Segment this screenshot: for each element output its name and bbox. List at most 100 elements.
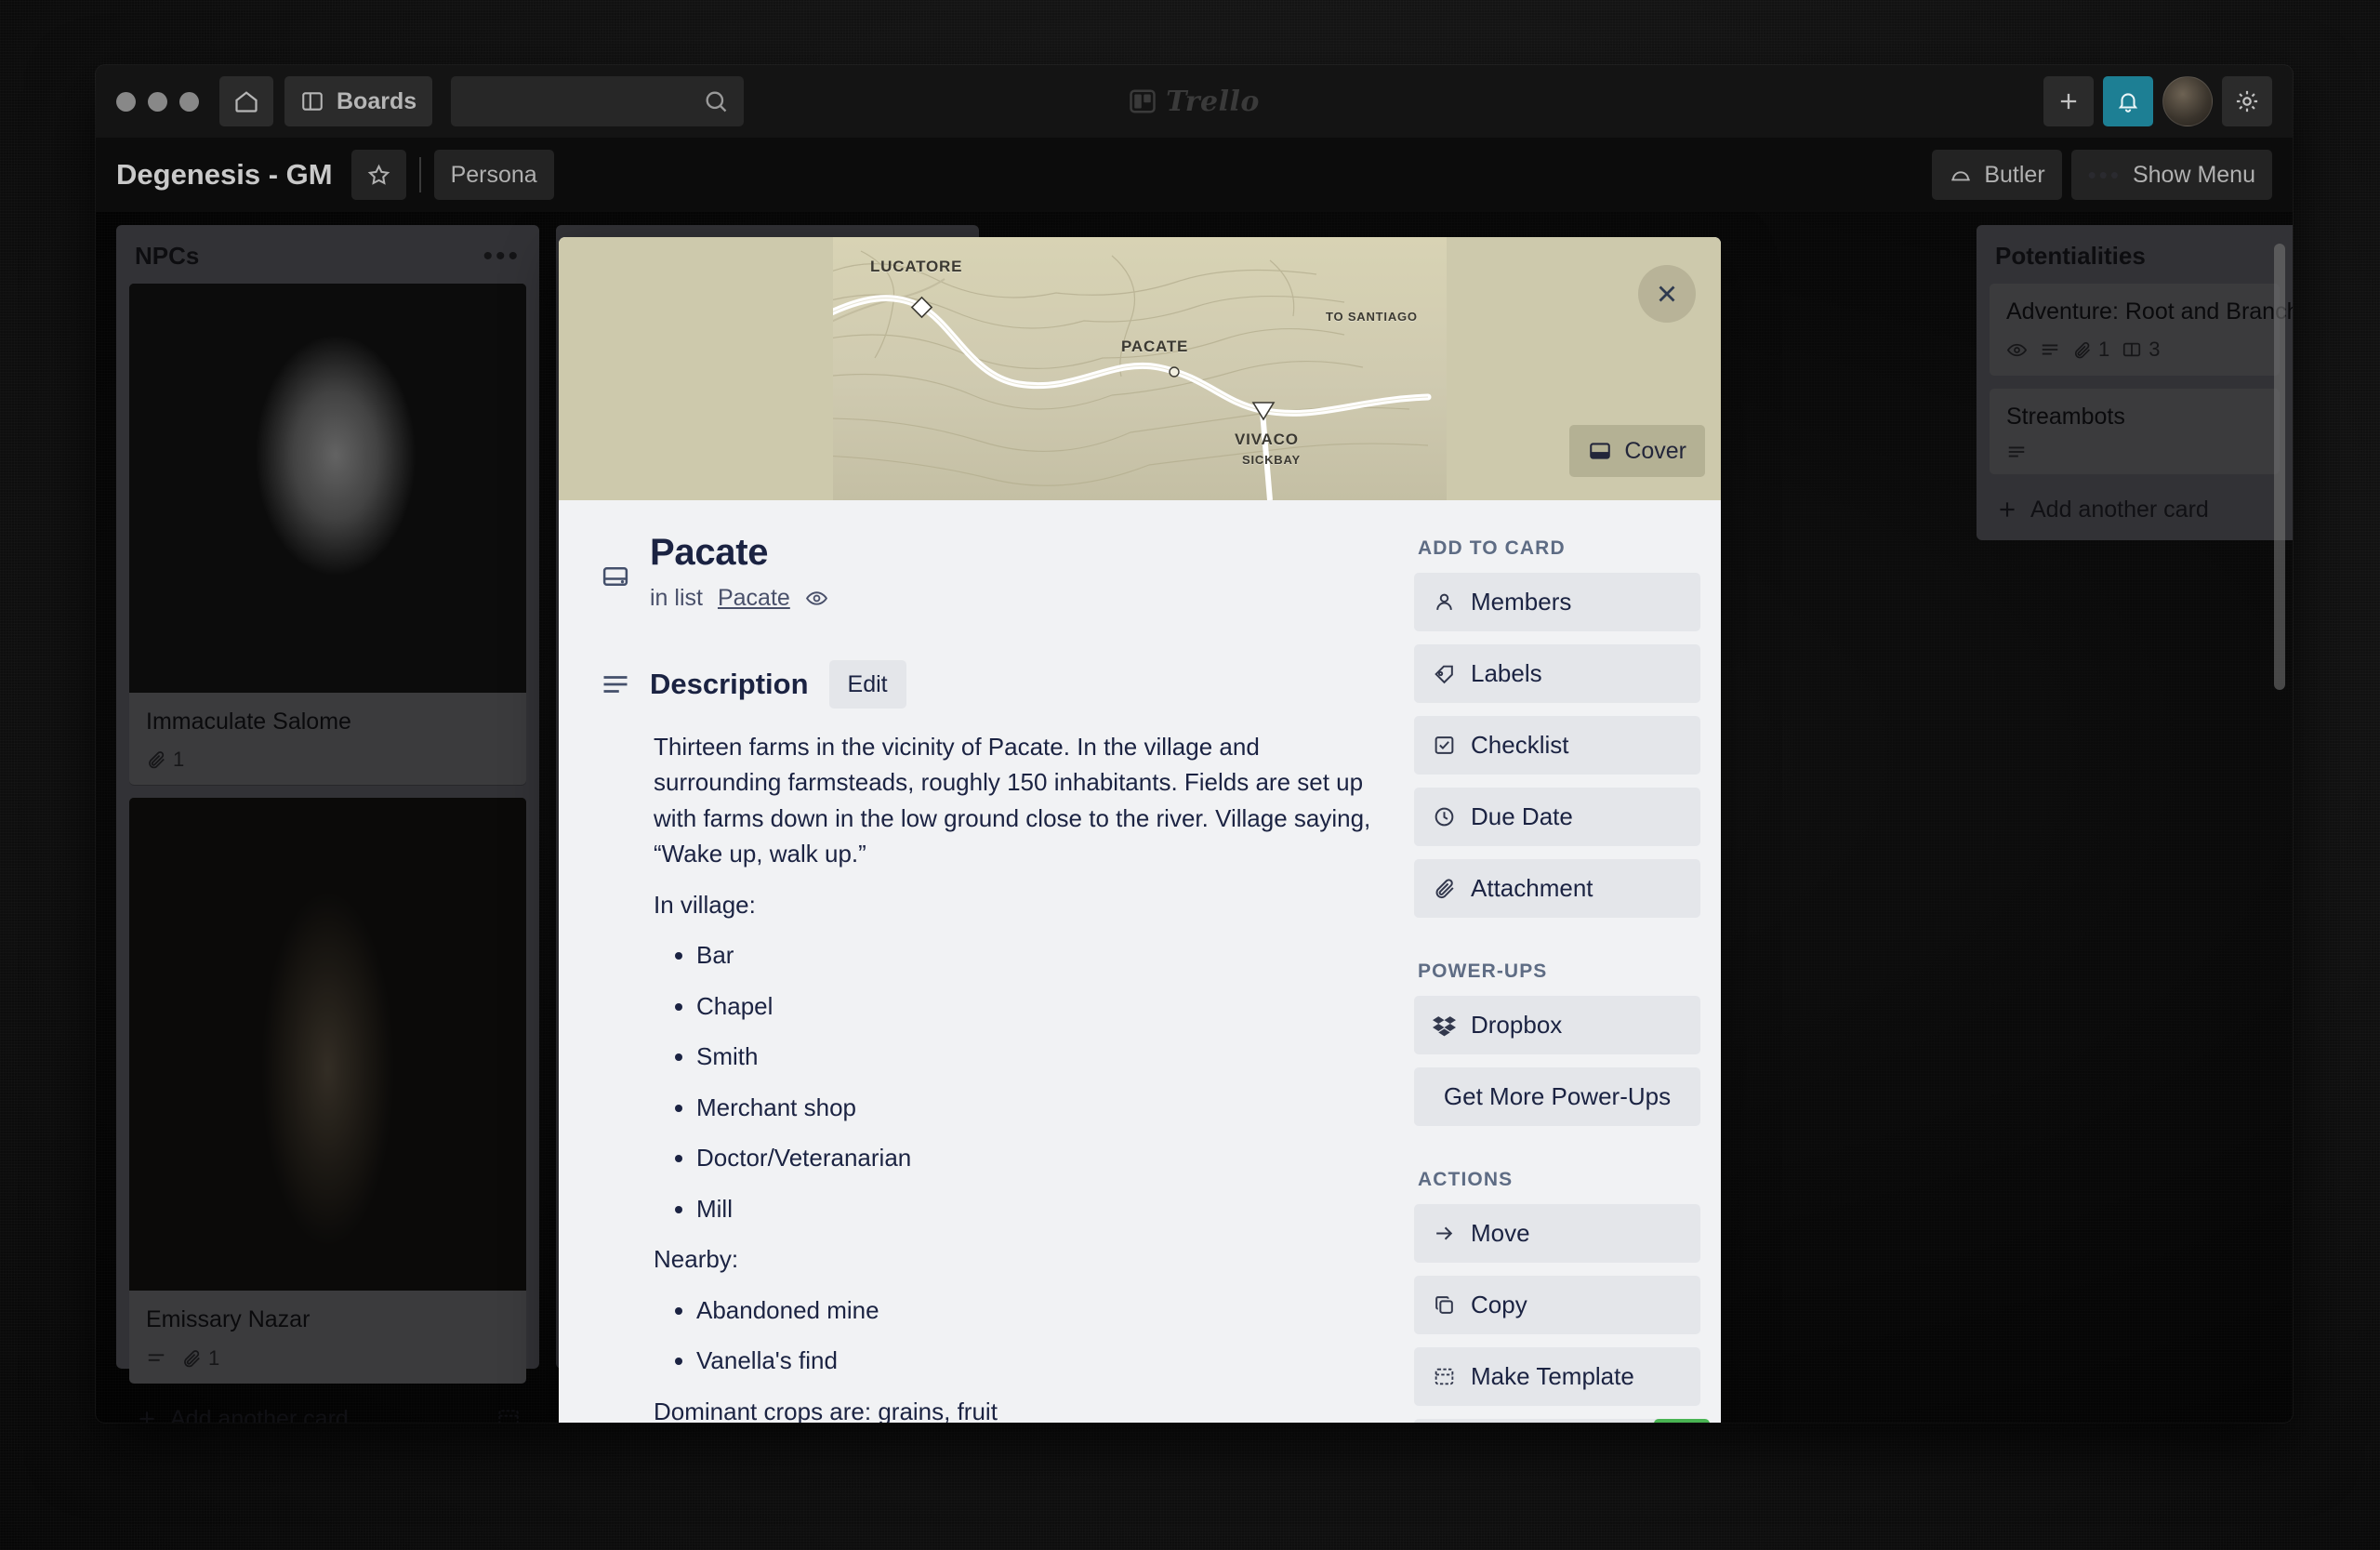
get-more-power-ups-label: Get More Power-Ups <box>1443 1082 1672 1110</box>
edit-description-button[interactable]: Edit <box>828 660 906 709</box>
actions-heading: ACTIONS <box>1418 1169 1514 1190</box>
card-title-row: Pacate in list Pacate <box>602 532 1382 612</box>
show-menu-button[interactable]: ••• Show Menu <box>2070 150 2272 200</box>
eye-icon[interactable] <box>805 587 828 610</box>
dropbox-power-up-button[interactable]: Dropbox <box>1414 996 1700 1054</box>
dropbox-label: Dropbox <box>1471 1011 1563 1039</box>
add-attachment-label: Attachment <box>1471 874 1593 902</box>
search-icon <box>703 88 729 114</box>
search-input[interactable] <box>451 76 745 126</box>
copy-icon <box>1433 1293 1456 1317</box>
map-label-vivaco: VIVACO <box>1235 431 1299 448</box>
cover-button-label: Cover <box>1624 437 1686 464</box>
cover-icon <box>1588 439 1612 463</box>
cover-button[interactable]: Cover <box>1569 425 1705 477</box>
watch-card-button[interactable]: Watch <box>1414 1419 1710 1423</box>
plus-icon <box>2056 88 2082 114</box>
crops-heading: Dominant crops are: grains, fruit <box>654 1397 998 1423</box>
list-link[interactable]: Pacate <box>718 585 790 612</box>
add-attachment-button[interactable]: Attachment <box>1414 859 1700 918</box>
description-heading: Description <box>650 668 809 700</box>
dropbox-icon <box>1433 1013 1456 1037</box>
attachment-icon <box>1433 877 1456 900</box>
zoom-window-button[interactable] <box>179 91 199 112</box>
edit-label: Edit <box>847 670 888 697</box>
home-button[interactable] <box>219 76 273 126</box>
card-cover: LUCATORE PACATE TO SANTIAGO VIVACO SICKB… <box>559 237 1721 500</box>
show-menu-label: Show Menu <box>2132 161 2255 188</box>
list-item: Chapel <box>696 988 1382 1024</box>
label-icon <box>1433 662 1456 685</box>
brand-name: Trello <box>1166 85 1260 118</box>
description-icon <box>602 673 629 696</box>
board-icon <box>300 89 324 113</box>
add-checklist-label: Checklist <box>1471 731 1569 759</box>
add-due-date-button[interactable]: Due Date <box>1414 788 1700 846</box>
gear-icon <box>2234 88 2260 114</box>
dots-icon: ••• <box>2087 160 2122 189</box>
in-village-list: Bar Chapel Smith Merchant shop Doctor/Ve… <box>654 937 1382 1226</box>
description-content[interactable]: Thirteen farms in the vicinity of Pacate… <box>654 729 1382 1423</box>
card-sidebar: ADD TO CARD Members Labels Checklist Due… <box>1414 532 1721 1423</box>
add-due-date-label: Due Date <box>1471 802 1573 830</box>
settings-button[interactable] <box>2222 76 2272 126</box>
map-label-pacate: PACATE <box>1121 338 1189 355</box>
close-modal-button[interactable] <box>1638 265 1696 323</box>
in-list-prefix: in list <box>650 585 703 611</box>
add-to-card-heading: ADD TO CARD <box>1418 537 1566 559</box>
card-main-column: Pacate in list Pacate Description Edit T… <box>559 532 1414 1423</box>
list-item: Vanella's find <box>696 1343 1382 1378</box>
add-members-button[interactable]: Members <box>1414 573 1700 631</box>
description-header: Description Edit <box>602 660 1382 709</box>
map-label-lucatore: LUCATORE <box>870 258 963 275</box>
power-ups-heading: POWER-UPS <box>1418 960 1548 982</box>
trello-top-bar: Boards Trello <box>96 65 2293 138</box>
move-card-button[interactable]: Move <box>1414 1204 1700 1263</box>
close-icon <box>1653 280 1681 308</box>
nearby-heading: Nearby: <box>654 1245 739 1274</box>
make-template-label: Make Template <box>1471 1362 1634 1390</box>
trello-logo-icon <box>1129 87 1157 115</box>
clock-icon <box>1433 805 1456 828</box>
butler-button[interactable]: Butler <box>1932 150 2062 200</box>
close-window-button[interactable] <box>116 91 136 112</box>
add-button[interactable] <box>2043 76 2094 126</box>
add-checklist-button[interactable]: Checklist <box>1414 716 1700 775</box>
board-visibility-label: Persona <box>450 161 537 188</box>
star-icon <box>366 163 391 188</box>
browser-window: Boards Trello Degenesis - GM Persona But… <box>96 65 2293 1423</box>
copy-card-label: Copy <box>1471 1291 1527 1318</box>
move-card-label: Move <box>1471 1219 1530 1247</box>
make-template-button[interactable]: Make Template <box>1414 1347 1700 1406</box>
arrow-right-icon <box>1433 1222 1456 1245</box>
list-item: Abandoned mine <box>696 1292 1382 1328</box>
bell-icon <box>2116 89 2140 113</box>
description-paragraph: Thirteen farms in the vicinity of Pacate… <box>654 733 1371 868</box>
list-item: Merchant shop <box>696 1090 1382 1125</box>
card-detail-modal: LUCATORE PACATE TO SANTIAGO VIVACO SICKB… <box>559 237 1721 1423</box>
list-item: Bar <box>696 937 1382 973</box>
board-visibility-button[interactable]: Persona <box>433 150 554 200</box>
add-members-label: Members <box>1471 588 1572 616</box>
star-board-button[interactable] <box>350 150 406 200</box>
get-more-power-ups-button[interactable]: Get More Power-Ups <box>1414 1067 1700 1126</box>
page-title: Pacate <box>650 532 769 573</box>
avatar[interactable] <box>2162 76 2213 126</box>
card-cover-icon <box>602 532 629 612</box>
board-canvas: NPCs ••• Immaculate Salome <box>96 212 2293 1423</box>
in-village-heading: In village: <box>654 890 756 919</box>
add-labels-label: Labels <box>1471 659 1542 687</box>
member-icon <box>1433 590 1456 614</box>
board-title: Degenesis - GM <box>116 158 333 191</box>
header-divider <box>418 157 421 192</box>
card-list-context: in list Pacate <box>650 585 828 612</box>
notifications-button[interactable] <box>2103 76 2153 126</box>
boards-button[interactable]: Boards <box>284 76 433 126</box>
map-label-sickbay: SICKBAY <box>1242 453 1301 467</box>
copy-card-button[interactable]: Copy <box>1414 1276 1700 1334</box>
minimize-window-button[interactable] <box>148 91 167 112</box>
add-labels-button[interactable]: Labels <box>1414 644 1700 703</box>
list-item: Smith <box>696 1039 1382 1074</box>
checklist-icon <box>1433 734 1456 757</box>
window-traffic-lights[interactable] <box>116 91 199 112</box>
